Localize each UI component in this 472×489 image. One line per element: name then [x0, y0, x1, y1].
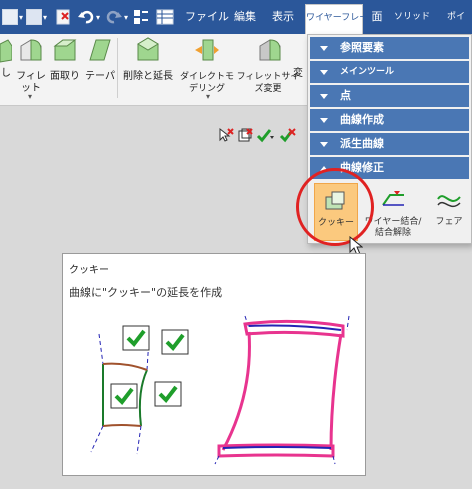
properties-button[interactable] [132, 7, 150, 27]
tab-point[interactable]: ポイ [440, 6, 472, 28]
check-icon [161, 329, 189, 355]
chevron-down-icon: ▾ [96, 12, 101, 22]
undo-button[interactable]: ▾ [77, 7, 100, 27]
ribbon-partial-label[interactable]: し [0, 68, 12, 80]
category-label: メインツール [340, 67, 395, 77]
after-diagram [214, 315, 350, 465]
partial-tool-icon [0, 38, 13, 67]
chamfer-icon [53, 39, 77, 61]
save-icon [26, 9, 42, 25]
new-icon [2, 9, 18, 25]
redo-button[interactable]: ▾ [105, 7, 128, 27]
chevron-down-icon[interactable]: ▾ [206, 92, 210, 101]
taper-button[interactable]: テーパ [84, 36, 116, 83]
tab-view[interactable]: 表示 [263, 6, 303, 28]
partial-change-button[interactable]: 変 [291, 68, 305, 80]
ribbon-separator [117, 38, 118, 98]
fillet-button[interactable]: フィレット [12, 36, 50, 95]
check-icon [154, 381, 182, 407]
delete-icon [56, 9, 70, 25]
new-button[interactable]: ▾ [2, 7, 23, 27]
fair-tool-button[interactable]: フェア [430, 183, 468, 241]
chamfer-button[interactable]: 面取り [48, 36, 82, 83]
category-main-tools[interactable]: メインツール [310, 61, 469, 83]
redo-icon [106, 10, 122, 24]
highlight-circle [296, 168, 374, 246]
chevron-down-icon: ▾ [43, 12, 48, 22]
tab-edit[interactable]: 編集 [229, 6, 261, 28]
tool-tooltip: クッキー 曲線に"クッキー"の延長を作成 [62, 253, 366, 476]
direct-modeling-button[interactable]: ダイレクトモデリング [179, 36, 235, 95]
chevron-down-icon: ▾ [124, 12, 129, 22]
chevron-down-icon[interactable]: ▾ [28, 92, 32, 101]
taper-icon [89, 39, 111, 61]
fillet-icon [20, 39, 42, 61]
delete-extend-button[interactable]: 削除と延長 [119, 36, 177, 83]
category-label: 参照要素 [340, 41, 384, 54]
check-icon [110, 383, 138, 409]
category-label: 派生曲線 [340, 137, 384, 150]
tab-solid[interactable]: ソリッド [392, 6, 432, 28]
before-diagram [90, 325, 189, 455]
category-label: 点 [340, 89, 351, 102]
taper-label: テーパ [85, 71, 115, 82]
expand-icon [320, 93, 328, 99]
wire-join-icon [382, 191, 404, 206]
properties-icon [134, 10, 148, 24]
fair-icon [437, 195, 461, 208]
table-icon [156, 9, 174, 25]
check-filter-icon[interactable] [256, 127, 276, 143]
tab-file[interactable]: ファイル [185, 6, 229, 28]
fair-tool-label: フェア [435, 217, 463, 227]
chamfer-label: 面取り [50, 71, 80, 82]
direct-modeling-icon [195, 39, 219, 61]
chevron-down-icon: ▾ [19, 12, 24, 22]
category-point[interactable]: 点 [310, 85, 469, 107]
category-curve-creation[interactable]: 曲線作成 [310, 109, 469, 131]
fillet-resize-icon [259, 39, 281, 61]
select-cross-icon[interactable] [218, 127, 234, 143]
box-select-icon[interactable] [237, 127, 253, 143]
cookie-illustration [90, 315, 350, 465]
save-button[interactable]: ▾ [26, 7, 47, 27]
category-derived-curves[interactable]: 派生曲線 [310, 133, 469, 155]
tooltip-title: クッキー [69, 265, 109, 276]
tooltip-description: 曲線に"クッキー"の延長を作成 [69, 286, 223, 299]
delete-button[interactable] [55, 7, 73, 27]
table-button[interactable] [156, 7, 174, 27]
tab-surface[interactable]: 面 [365, 6, 389, 28]
check-red-icon[interactable] [279, 127, 297, 143]
delete-extend-icon [137, 37, 159, 61]
expand-icon [320, 45, 328, 51]
category-reference-elements[interactable]: 参照要素 [310, 37, 469, 59]
expand-icon [320, 69, 328, 75]
delete-extend-label: 削除と延長 [123, 71, 173, 82]
selection-toolbar [215, 124, 305, 146]
tab-wireframe[interactable]: ワイヤーフレーム [305, 4, 377, 34]
title-bar: ▾ ▾ ▾ ▾ ファイル 編集 表示 ワイヤーフレーム 面 ソリッド ポイ [0, 0, 472, 34]
undo-icon [78, 10, 94, 24]
expand-icon [320, 141, 328, 147]
check-icon [122, 325, 150, 351]
category-label: 曲線作成 [340, 113, 384, 126]
fillet-resize-button[interactable]: フィレットサイズ変更 [236, 36, 300, 95]
expand-icon [320, 117, 328, 123]
